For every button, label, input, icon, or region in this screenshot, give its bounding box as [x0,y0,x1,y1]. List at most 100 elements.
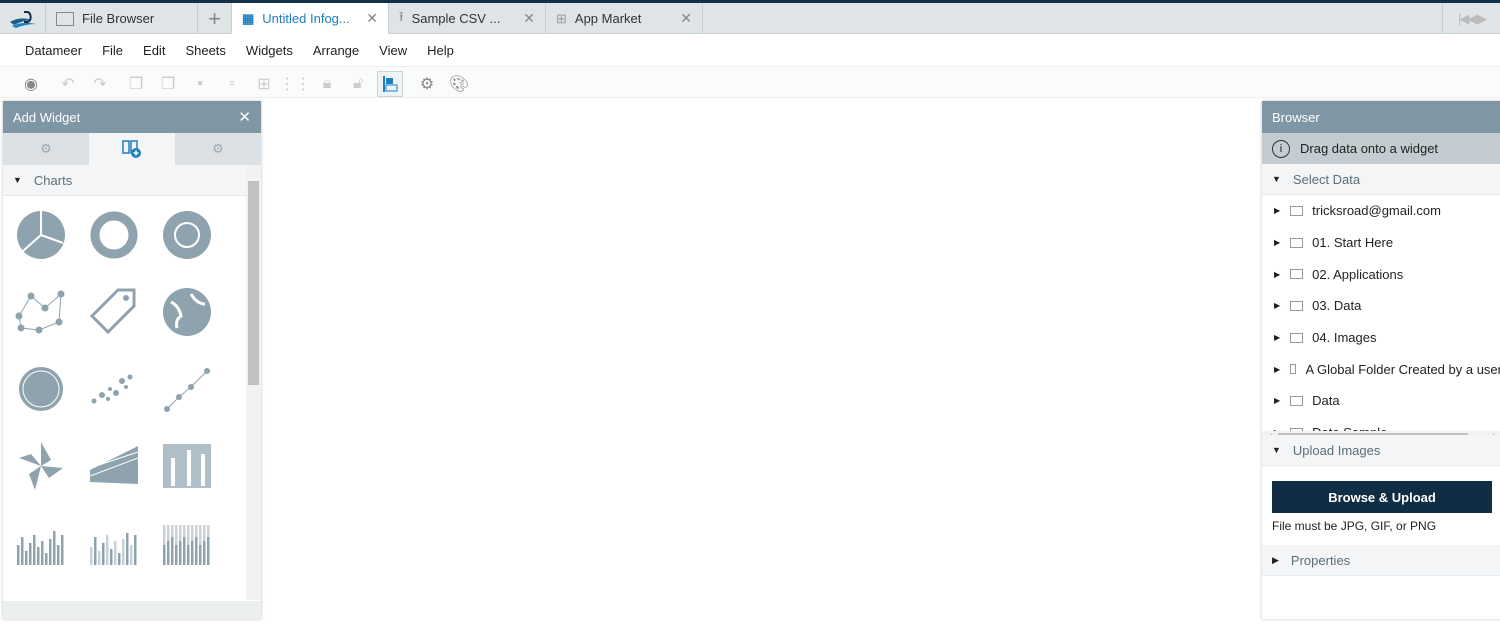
tree-item[interactable]: ▶ 02. Applications [1262,258,1500,290]
redo-icon[interactable]: ↷ [87,71,113,97]
tab-add-widget[interactable] [89,133,175,165]
close-tab-icon[interactable]: ✕ [366,10,378,27]
info-icon: i [1272,139,1290,158]
upload-images-header[interactable]: ▼ Upload Images [1262,435,1500,466]
upload-note: File must be JPG, GIF, or PNG [1272,519,1437,533]
menu-sheets[interactable]: Sheets [185,43,225,58]
tab-bar: File Browser + ▦ Untitled Infog... ✕ ⭱ Samp… [0,3,1500,34]
close-tab-icon[interactable]: ✕ [523,10,535,27]
close-icon[interactable]: ✕ [238,108,251,126]
send-backward-icon[interactable]: ▪ [187,71,213,97]
caret-down-icon: ▼ [13,175,22,185]
caret-right-icon: ▶ [1272,554,1279,565]
select-data-header[interactable]: ▼ Select Data [1262,164,1500,195]
tab-layout-settings[interactable]: ⚙ [175,133,261,165]
tree-item[interactable]: ▶ tricksroad@gmail.com [1262,195,1500,227]
network-chart-widget[interactable] [15,286,67,338]
lock-icon[interactable]: 🔒︎ [314,71,340,97]
menu-view[interactable]: View [379,43,407,58]
properties-header[interactable]: ▶ Properties [1262,545,1500,576]
close-tab-icon[interactable]: ✕ [680,10,692,27]
tag-cloud-icon [89,288,136,335]
radar-chart-icon [19,442,63,490]
folder-icon [1290,395,1304,406]
expand-icon[interactable]: ▶ [1274,206,1280,215]
column-chart-widget[interactable] [15,517,67,569]
tree-item[interactable]: ▶ 03. Data [1262,290,1500,322]
stacked-bar-icon [163,444,211,488]
horizontal-scrollbar[interactable]: ◀▶ [1262,431,1500,435]
pie-chart-widget[interactable] [15,209,67,261]
grid-icon: ⊞ [556,10,567,26]
radial-chart-widget[interactable] [15,363,67,415]
tab-app-market[interactable]: ⊞ App Market ✕ [546,3,703,34]
file-browser-icon [56,11,74,26]
donut-chart-icon [90,211,138,259]
menu-arrange[interactable]: Arrange [313,43,359,58]
preview-icon[interactable]: ◉ [18,71,44,97]
tab-file-browser[interactable]: File Browser [46,3,198,34]
caret-down-icon: ▼ [1272,174,1281,184]
palette-icon[interactable]: 🎨︎ [446,71,472,97]
infographic-icon: ▦ [242,10,255,26]
tag-cloud-widget[interactable] [88,286,140,338]
menu-widgets[interactable]: Widgets [246,43,293,58]
widget-settings-icon[interactable]: ⚙ [414,71,440,97]
ungroup-icon[interactable]: ⋮⋮ [279,71,311,97]
group-icon[interactable]: ⊞ [251,71,277,97]
menu-bar: Datameer File Edit Sheets Widgets Arrang… [0,35,1500,66]
tab-scroll-arrows[interactable]: |◀◀ ▶ [1442,3,1500,34]
folder-icon [1290,332,1304,343]
tab-untitled-infographic[interactable]: ▦ Untitled Infog... ✕ [232,3,389,34]
browser-header: Browser [1262,101,1500,133]
expand-icon[interactable]: ▶ [1274,238,1280,247]
resize-footer[interactable] [3,601,261,619]
widget-grid [3,197,243,597]
expand-icon[interactable]: ▶ [1274,270,1280,279]
area-chart-icon [89,446,139,484]
column-chart-icon [17,531,64,565]
tab-widget-settings[interactable]: ⚙ [3,133,89,165]
tree-item[interactable]: ▶ 04. Images [1262,322,1500,354]
menu-help[interactable]: Help [427,43,454,58]
expand-icon[interactable]: ▶ [1274,365,1280,374]
tree-item[interactable]: ▶ A Global Folder Created by a user [1262,353,1500,385]
expand-icon[interactable]: ▶ [1274,333,1280,342]
unlock-icon[interactable]: 🔓︎ [345,71,371,97]
tree-item[interactable]: ▶ 01. Start Here [1262,227,1500,259]
stacked-column-widget[interactable] [161,517,213,569]
info-banner: i Drag data onto a widget [1262,133,1500,164]
map-globe-widget[interactable] [161,286,213,338]
charts-section-header[interactable]: ▼ Charts [3,165,261,196]
menu-edit[interactable]: Edit [143,43,165,58]
radar-chart-widget[interactable] [15,440,67,492]
send-back-icon[interactable]: ▫ [219,71,245,97]
area-chart-widget[interactable] [88,440,140,492]
tree-item[interactable]: ▶ Data [1262,385,1500,417]
new-tab-button[interactable]: + [198,3,232,34]
stacked-bar-widget[interactable] [161,440,213,492]
layout-settings-icon: ⚙ [212,141,224,156]
grouped-column-icon [90,533,137,565]
undo-icon[interactable]: ↶ [55,71,81,97]
menu-datameer[interactable]: Datameer [25,43,82,58]
grouped-column-widget[interactable] [88,517,140,569]
line-scatter-widget[interactable] [161,363,213,415]
radial-chart-icon [17,365,65,413]
menu-file[interactable]: File [102,43,123,58]
browser-panel: Browser i Drag data onto a widget ▼ Select… [1262,101,1500,619]
scatter-plot-widget[interactable] [88,363,140,415]
tab-sample-csv[interactable]: ⭱ Sample CSV ... ✕ [389,3,546,34]
bring-front-icon[interactable]: ❐ [123,71,149,97]
vertical-scrollbar[interactable] [246,165,261,600]
browse-upload-button[interactable]: Browse & Upload [1272,481,1492,513]
datameer-logo[interactable] [0,3,46,34]
donut-chart-widget[interactable] [88,209,140,261]
sunburst-chart-widget[interactable] [161,209,213,261]
expand-icon[interactable]: ▶ [1274,301,1280,310]
add-widget-panel-toggle[interactable] [377,71,403,97]
home-folder-icon [1290,205,1304,216]
folder-icon [1290,364,1297,375]
expand-icon[interactable]: ▶ [1274,396,1280,405]
bring-forward-icon[interactable]: ❐ [155,71,181,97]
